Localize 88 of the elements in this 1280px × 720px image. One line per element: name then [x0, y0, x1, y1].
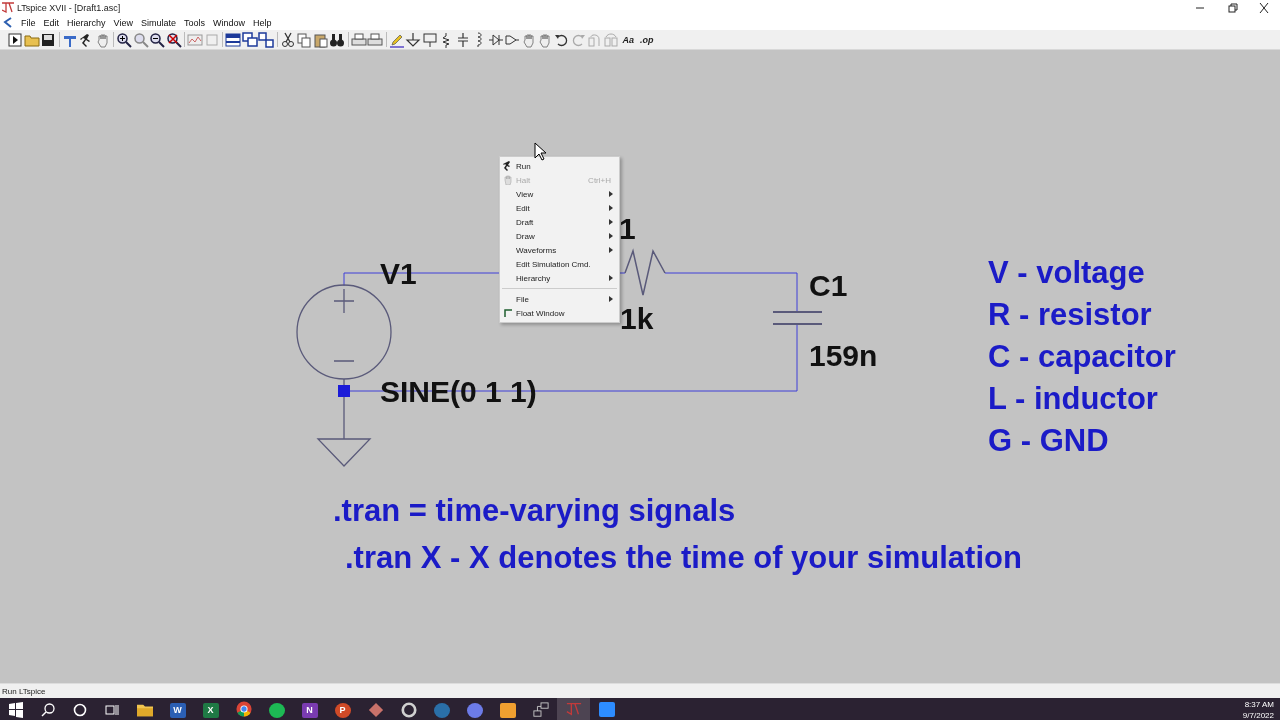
taskbar-app[interactable]: W [161, 698, 194, 720]
printer-icon[interactable] [350, 31, 367, 48]
search-icon[interactable] [40, 702, 56, 718]
zoom-out-icon[interactable] [149, 31, 166, 48]
tile-icon[interactable] [258, 31, 275, 48]
submenu-arrow-icon [609, 296, 613, 302]
legend-text: C - capacitor [988, 339, 1176, 375]
zoom-in-icon[interactable] [116, 31, 133, 48]
clock-time: 8:37 AM [1243, 699, 1274, 710]
window-icon[interactable] [225, 31, 242, 48]
cascade-icon[interactable] [241, 31, 258, 48]
capacitor-symbol [772, 311, 823, 325]
binoculars-icon[interactable] [329, 31, 346, 48]
menu-item[interactable]: File [17, 17, 40, 28]
note-text: .tran = time-varying signals [333, 493, 736, 529]
submenu-arrow-icon [609, 247, 613, 253]
menu-option[interactable]: Edit Simulation Cmd. [500, 257, 619, 271]
toolbar-button[interactable]: Aa [619, 34, 637, 45]
mouse-cursor-icon [534, 142, 546, 161]
scissors-icon[interactable] [279, 31, 296, 48]
window-title: LTspice XVII - [Draft1.asc] [17, 2, 122, 13]
app-tile-icon: X [202, 702, 219, 718]
copy-icon[interactable] [296, 31, 313, 48]
ground-icon[interactable] [405, 31, 422, 48]
restore-icon[interactable] [1226, 2, 1238, 13]
menu-option[interactable]: File [500, 292, 619, 306]
menu-option[interactable]: Draw [500, 229, 619, 243]
submenu-arrow-icon [609, 219, 613, 225]
browser-icon [235, 701, 252, 717]
legend-text: L - inductor [988, 381, 1158, 417]
ground-symbol [317, 396, 372, 467]
status-text: Run LTspice [2, 686, 46, 696]
zoom-cancel-icon[interactable] [165, 31, 182, 48]
toolbar-button[interactable]: .op [637, 34, 657, 45]
submenu-arrow-icon [609, 191, 613, 197]
shortcut-text: Ctrl+H [588, 175, 611, 185]
app-circle-icon: P [334, 702, 351, 718]
menu-item[interactable]: Help [248, 17, 276, 28]
note-text: .tran X - X denotes the time of your simulation [345, 540, 1022, 576]
menu-item[interactable]: Edit [39, 17, 64, 28]
menu-item[interactable]: Simulate [136, 17, 180, 28]
taskbar-app[interactable]: X [194, 698, 227, 720]
menu-item[interactable]: Hierarchy [63, 17, 110, 28]
paste-icon[interactable] [312, 31, 329, 48]
task-view-icon[interactable] [104, 702, 120, 718]
windows-start-icon[interactable] [8, 702, 24, 718]
component-label: 159n [809, 339, 878, 373]
menu-option[interactable]: Hierarchy [500, 271, 619, 285]
menu-option[interactable]: Edit [500, 201, 619, 215]
ltspice-icon [565, 701, 582, 717]
menu-option[interactable]: Waveforms [500, 243, 619, 257]
printer-icon[interactable] [367, 31, 384, 48]
menu-item[interactable]: View [109, 17, 137, 28]
component-label: SINE(0 1 1) [380, 375, 537, 409]
component-label: C1 [809, 269, 848, 303]
checkbox[interactable] [504, 309, 512, 317]
legend-text: R - resistor [988, 297, 1152, 333]
menu-option[interactable]: Float Window [500, 306, 619, 320]
app-tile-icon: N [301, 702, 318, 718]
folder-icon [136, 702, 153, 718]
menu-option[interactable]: Draft [500, 215, 619, 229]
network-icon [532, 702, 549, 718]
close-icon[interactable] [1258, 2, 1270, 13]
component-label: V1 [380, 257, 417, 291]
submenu-arrow-icon [609, 205, 613, 211]
mdi-icon[interactable] [2, 17, 14, 28]
component-label: 1 [619, 212, 636, 246]
save-icon[interactable] [40, 31, 57, 48]
app-tile-icon: W [169, 702, 186, 718]
legend-text: V - voltage [988, 255, 1145, 291]
submenu-arrow-icon [609, 275, 613, 281]
runner-icon [503, 161, 513, 171]
play-icon[interactable] [7, 31, 24, 48]
component-label: 1k [620, 302, 654, 336]
menu-option[interactable]: View [500, 187, 619, 201]
diode-icon[interactable] [487, 31, 504, 48]
chart-icon[interactable] [187, 31, 204, 48]
menu-item[interactable]: Window [208, 17, 249, 28]
submenu-arrow-icon [609, 233, 613, 239]
app-icon [2, 2, 14, 13]
legend-text: G - GND [988, 423, 1109, 459]
menu-option[interactable]: Run [500, 159, 619, 173]
circle-icon[interactable] [72, 702, 88, 718]
clock-date: 9/7/2022 [1242, 710, 1274, 720]
menu-item[interactable]: Tools [179, 17, 209, 28]
resistor-symbol [624, 248, 666, 296]
taskbar-app[interactable]: P [326, 698, 359, 720]
taskbar-app[interactable]: N [293, 698, 326, 720]
